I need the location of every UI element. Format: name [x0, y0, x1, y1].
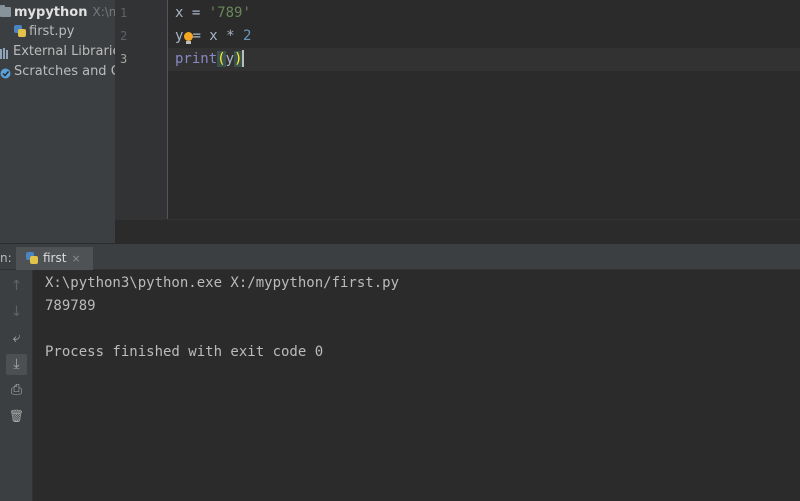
- current-line-highlight: [168, 48, 800, 71]
- console-line: X:\python3\python.exe X:/mypython/first.…: [45, 275, 400, 291]
- code-line-3[interactable]: print(y): [175, 48, 245, 71]
- python-file-icon: [14, 24, 26, 37]
- code-editor[interactable]: x = '789' y = x * 2 print(y): [168, 0, 800, 219]
- editor-horizontal-area: [115, 219, 800, 244]
- run-tab-label: first: [43, 251, 67, 265]
- soft-wrap-icon[interactable]: ⤶: [6, 328, 27, 349]
- tree-item-label: first.py: [29, 24, 75, 39]
- scratches-icon: [0, 66, 11, 79]
- print-icon[interactable]: ⎙: [6, 380, 27, 401]
- console-line: 789789: [45, 298, 96, 314]
- run-console[interactable]: X:\python3\python.exe X:/mypython/first.…: [33, 270, 800, 501]
- line-number: 3: [120, 52, 128, 66]
- intention-bulb-icon[interactable]: [184, 32, 193, 44]
- code-token-op: =: [183, 5, 209, 21]
- python-run-icon: [26, 251, 38, 264]
- code-token-paren: (: [217, 51, 226, 67]
- tree-item-label: External Libraries: [13, 44, 115, 59]
- code-token-builtin: print: [175, 51, 218, 67]
- arrow-down-icon[interactable]: ↓: [6, 302, 27, 323]
- arrow-up-icon[interactable]: ↑: [6, 276, 27, 297]
- code-token-number: 2: [243, 28, 252, 44]
- run-panel-header: n: first ×: [0, 247, 800, 270]
- project-root-path: X:\my: [92, 5, 115, 19]
- tree-item-first-py[interactable]: first.py: [14, 22, 74, 42]
- tree-root-mypython[interactable]: mypython X:\my: [0, 2, 115, 22]
- code-token-op: = x *: [192, 28, 244, 44]
- library-icon: [0, 46, 10, 59]
- code-line-1[interactable]: x = '789': [175, 2, 251, 25]
- tree-item-scratches[interactable]: Scratches and Co: [0, 62, 115, 82]
- close-icon[interactable]: ×: [71, 252, 80, 265]
- folder-icon: [0, 4, 11, 17]
- trash-icon[interactable]: 🗑: [6, 406, 27, 427]
- text-caret: [242, 49, 245, 67]
- tree-item-external-libraries[interactable]: External Libraries: [0, 42, 115, 62]
- run-panel-label: n:: [0, 251, 12, 265]
- console-line: Process finished with exit code 0: [45, 344, 324, 360]
- run-tab-first[interactable]: first ×: [16, 247, 93, 270]
- editor-gutter: 1 2 3: [115, 0, 168, 219]
- project-panel: mypython X:\my first.py External Librarie…: [0, 0, 115, 243]
- run-toolbar: ↑ ↓ ⤶ ⤓ ⎙ 🗑: [0, 270, 33, 501]
- scroll-to-end-icon[interactable]: ⤓: [6, 354, 27, 375]
- code-token-string: '789': [208, 5, 251, 21]
- tree-item-label: Scratches and Co: [14, 64, 115, 79]
- code-token-var: y: [225, 51, 235, 67]
- line-number: 2: [120, 29, 128, 43]
- code-token-var: y: [175, 28, 184, 44]
- code-token-paren: ): [234, 51, 243, 67]
- line-number: 1: [120, 6, 128, 20]
- project-root-name: mypython: [14, 5, 88, 20]
